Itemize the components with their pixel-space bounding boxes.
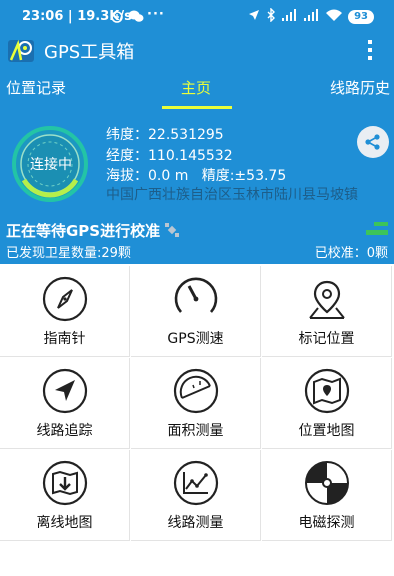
navigation-arrow-icon [42, 368, 88, 414]
overflow-notifications: ··· [147, 7, 165, 22]
tool-grid: 指南针 GPS测速 标记位置 线路追踪 面积测量 位置地图 离线地图 线路测量 … [0, 266, 394, 542]
tool-label: 离线地图 [36, 515, 93, 531]
app-title: GPS工具箱 [44, 42, 135, 63]
location-arrow-icon [248, 9, 260, 25]
signal-icon [304, 9, 320, 25]
tool-label: 面积测量 [167, 423, 224, 439]
latitude-value: 纬度：22.531295 [106, 127, 224, 143]
satellite-count: 已发现卫星数量:29颗 [6, 246, 131, 261]
tool-mark-location[interactable]: 标记位置 [262, 266, 392, 357]
tool-label: 指南针 [43, 331, 86, 347]
status-bar: 23:06 | 19.3K/s ··· 93 [0, 0, 394, 34]
line-chart-icon [173, 460, 219, 506]
tab-location-records[interactable]: 位置记录 [6, 77, 66, 98]
protractor-icon [173, 368, 219, 414]
tool-gps-speed[interactable]: GPS测速 [131, 266, 261, 357]
tool-route-tracking[interactable]: 线路追踪 [0, 358, 130, 449]
tab-home[interactable]: 主页 [181, 77, 211, 98]
gps-signal-icon [366, 222, 388, 235]
accuracy-value: 精度:±53.75 [201, 168, 287, 184]
folded-map-icon [304, 368, 350, 414]
share-button[interactable] [357, 126, 389, 158]
location-info-panel: 连接中 纬度：22.531295 经度：110.145532 海拔：0.0 m … [0, 110, 394, 218]
altitude-value: 海拔：0.0 m [106, 168, 189, 184]
battery-indicator: 93 [348, 10, 374, 24]
tool-em-detection[interactable]: 电磁探测 [262, 450, 392, 541]
satellite-icon [165, 223, 180, 237]
address-text: 中国广西壮族自治区玉林市陆川县马坡镇 [106, 187, 358, 203]
tool-offline-map[interactable]: 离线地图 [0, 450, 130, 541]
longitude-value: 经度：110.145532 [106, 148, 233, 164]
calibrated-count: 已校准：0颗 [314, 246, 388, 261]
tool-label: 线路测量 [167, 515, 224, 531]
map-pin-icon [309, 280, 345, 319]
tool-route-measure[interactable]: 线路测量 [131, 450, 261, 541]
alarm-icon [110, 9, 124, 27]
tool-compass[interactable]: 指南针 [0, 266, 130, 357]
radar-icon [305, 461, 349, 505]
tool-area-measure[interactable]: 面积测量 [131, 358, 261, 449]
tool-label: GPS测速 [167, 331, 224, 347]
calibration-status: 正在等待GPS进行校准 [6, 220, 180, 241]
app-bar: GPS工具箱 [0, 34, 394, 70]
tool-location-map[interactable]: 位置地图 [262, 358, 392, 449]
connection-status: 连接中 [30, 157, 72, 173]
tool-label: 标记位置 [298, 331, 355, 347]
wechat-icon [128, 9, 144, 27]
tool-label: 位置地图 [298, 423, 355, 439]
offline-map-icon [42, 460, 88, 506]
speedometer-icon [174, 277, 218, 313]
tab-route-history[interactable]: 线路历史 [330, 77, 390, 98]
share-icon [365, 134, 380, 150]
tab-bar: 位置记录 主页 线路历史 [0, 70, 394, 110]
app-logo-icon [8, 39, 34, 62]
tool-label: 电磁探测 [298, 515, 355, 531]
compass-icon [42, 276, 88, 322]
gps-status-bar: 正在等待GPS进行校准 已发现卫星数量:29颗 已校准：0颗 [0, 218, 394, 264]
wifi-icon [326, 9, 343, 25]
altitude-accuracy: 海拔：0.0 m 精度:±53.75 [106, 165, 286, 185]
bluetooth-icon [266, 7, 276, 26]
signal-icon [282, 9, 298, 25]
more-menu-icon[interactable] [367, 38, 373, 62]
tool-label: 线路追踪 [36, 423, 93, 439]
active-tab-indicator [162, 106, 232, 109]
